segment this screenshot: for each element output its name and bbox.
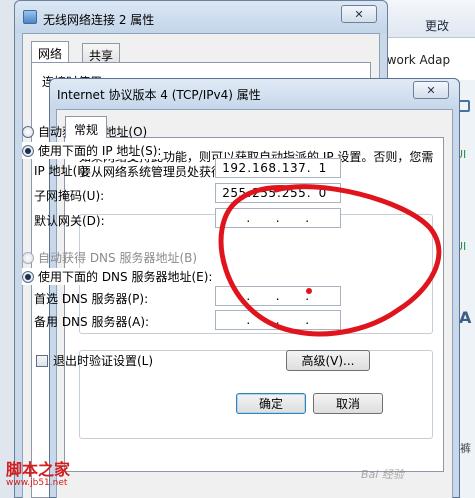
- subnet-mask-input[interactable]: 255. 255. 255. 0: [215, 183, 341, 203]
- ip-address-label: IP 地址(I):: [34, 164, 90, 178]
- mask-octet: 255: [252, 186, 277, 200]
- background-adapter-text: twork Adap: [382, 53, 451, 67]
- preferred-dns-label: 首选 DNS 服务器(P):: [34, 292, 149, 306]
- validate-settings-option[interactable]: 退出时验证设置(L): [36, 352, 153, 369]
- watermark-url: www.jb51.net: [6, 478, 68, 488]
- dialog-title: Internet 协议版本 4 (TCP/IPv4) 属性: [57, 88, 261, 102]
- subnet-mask-label: 子网掩码(U):: [34, 189, 105, 203]
- advanced-button[interactable]: 高级(V)...: [286, 350, 370, 371]
- ip-octet: 168: [252, 161, 277, 175]
- auto-dns-option[interactable]: 自动获得 DNS 服务器地址(B): [22, 249, 197, 266]
- mask-octet: 255: [222, 186, 247, 200]
- auto-dns-label: 自动获得 DNS 服务器地址(B): [38, 251, 198, 265]
- dialog-title: 无线网络连接 2 属性: [43, 13, 155, 27]
- ip-octet: 137: [281, 161, 307, 175]
- tab-sharing[interactable]: 共享: [82, 43, 121, 63]
- validate-checkbox[interactable]: [36, 354, 48, 367]
- default-gateway-input[interactable]: . . .: [215, 208, 341, 228]
- radio-manual-ip[interactable]: [22, 144, 34, 157]
- close-icon[interactable]: ✕: [413, 81, 449, 99]
- dialog-titlebar[interactable]: Internet 协议版本 4 (TCP/IPv4) 属性 ✕: [50, 79, 459, 109]
- cancel-button[interactable]: 取消: [313, 393, 383, 414]
- ok-button[interactable]: 确定: [236, 393, 306, 414]
- background-a-glyph: A: [459, 308, 472, 327]
- preferred-dns-input[interactable]: . . .: [215, 286, 341, 306]
- manual-ip-label: 使用下面的 IP 地址(S):: [38, 144, 162, 158]
- dialog-titlebar[interactable]: 无线网络连接 2 属性 ✕: [15, 1, 387, 33]
- background-toolbar: 更改: [382, 0, 475, 38]
- ip-octet: 1: [318, 161, 327, 175]
- radio-auto-ip[interactable]: [22, 125, 34, 138]
- background-change-label[interactable]: 更改: [425, 17, 449, 34]
- radio-manual-dns[interactable]: [22, 270, 34, 283]
- default-gateway-label: 默认网关(D):: [34, 214, 105, 228]
- manual-ip-option[interactable]: 使用下面的 IP 地址(S):: [22, 142, 164, 159]
- radio-auto-dns[interactable]: [22, 251, 34, 264]
- network-adapter-icon: [23, 10, 37, 24]
- tab-general[interactable]: 常规: [65, 116, 107, 138]
- ip-address-input[interactable]: 192. 168. 137. 1: [215, 158, 341, 178]
- watermark-baidu: Bai 经验: [361, 468, 404, 481]
- manual-dns-option[interactable]: 使用下面的 DNS 服务器地址(E):: [22, 268, 215, 285]
- alternate-dns-label: 备用 DNS 服务器(A):: [34, 315, 150, 329]
- background-bottom-text: 裤: [460, 442, 471, 455]
- tab-network[interactable]: 网络: [31, 41, 70, 63]
- mask-octet: 0: [318, 186, 327, 200]
- validate-label: 退出时验证设置(L): [53, 354, 154, 368]
- ip-octet: 192: [222, 161, 247, 175]
- watermark-logo: 脚本之家: [6, 460, 71, 479]
- mask-octet: 255: [281, 186, 307, 200]
- close-icon[interactable]: ✕: [341, 5, 377, 23]
- manual-dns-label: 使用下面的 DNS 服务器地址(E):: [38, 270, 213, 284]
- alternate-dns-input[interactable]: . . .: [215, 310, 341, 330]
